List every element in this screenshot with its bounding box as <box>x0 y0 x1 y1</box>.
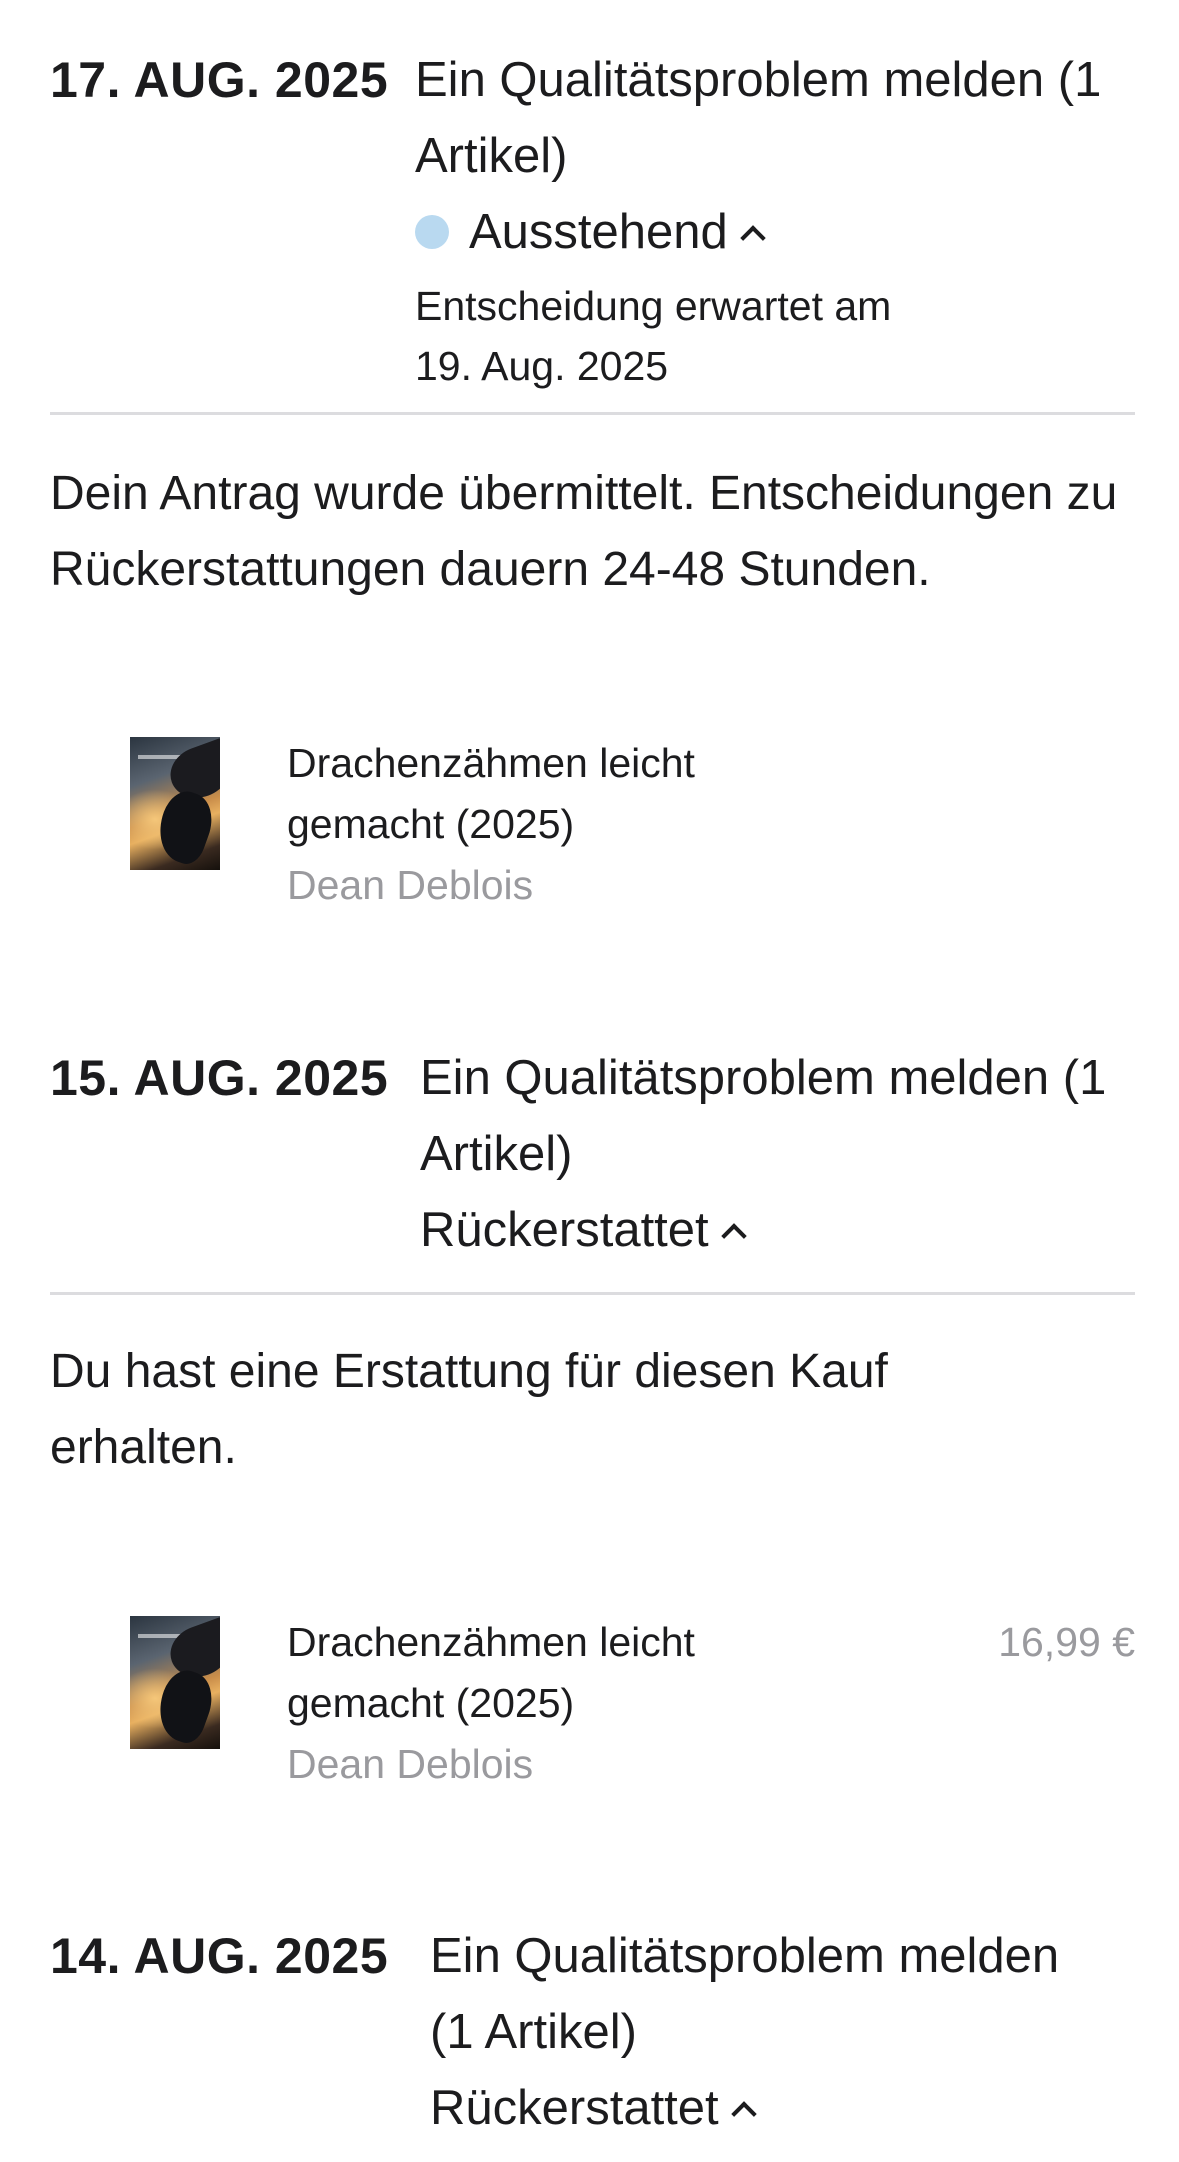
request-date: 17. AUG. 2025 <box>50 52 389 108</box>
status-dot-icon <box>415 215 449 249</box>
item-title: Drachenzähmen leicht gemacht (2025) <box>287 1619 695 1726</box>
item-info: Drachenzähmen leicht gemacht (2025) Dean… <box>287 733 807 916</box>
divider <box>50 1292 1135 1295</box>
status-toggle[interactable]: Rückerstattet <box>430 2070 1135 2146</box>
item-artist: Dean Deblois <box>287 1741 534 1787</box>
status-label: Rückerstattet <box>420 1203 709 1257</box>
request-entry: 14. AUG. 2025 Ein Qualitätsproblem melde… <box>50 1918 1135 2148</box>
movie-artwork <box>130 737 220 870</box>
request-title: Ein Qualitätsproblem melden (1 Artikel) <box>420 1051 1107 1181</box>
request-entry: 15. AUG. 2025 Ein Qualitätsproblem melde… <box>50 1040 1135 1270</box>
item-title: Drachenzähmen leicht gemacht (2025) <box>287 740 695 847</box>
item-price: 16,99 € <box>998 1619 1135 1665</box>
request-title: Ein Qualitätsproblem melden (1 Artikel) <box>430 1929 1060 2059</box>
status-toggle[interactable]: Rückerstattet <box>420 1192 1135 1268</box>
request-message: Du hast eine Erstattung für diesen Kauf … <box>50 1345 888 1474</box>
request-date: 15. AUG. 2025 <box>50 1050 389 1106</box>
decision-date: 19. Aug. 2025 <box>415 343 669 389</box>
decision-info: Entscheidung erwartet am 19. Aug. 2025 <box>415 276 1135 396</box>
request-details: Ein Qualitätsproblem melden (1 Artikel) … <box>415 42 1135 396</box>
request-details: Ein Qualitätsproblem melden (1 Artikel) … <box>420 1040 1135 1268</box>
request-message: Dein Antrag wurde übermittelt. Entscheid… <box>50 467 1118 596</box>
item-row[interactable]: Drachenzähmen leicht gemacht (2025) Dean… <box>130 1612 1135 1802</box>
chevron-up-icon <box>740 225 766 251</box>
status-label: Ausstehend <box>469 205 728 259</box>
divider <box>50 412 1135 415</box>
item-info: Drachenzähmen leicht gemacht (2025) Dean… <box>287 1612 807 1795</box>
request-entry: 17. AUG. 2025 Ein Qualitätsproblem melde… <box>50 42 1135 402</box>
request-details: Ein Qualitätsproblem melden (1 Artikel) … <box>430 1918 1135 2146</box>
status-label: Rückerstattet <box>430 2081 719 2135</box>
decision-label: Entscheidung erwartet am <box>415 283 892 329</box>
request-date: 14. AUG. 2025 <box>50 1928 389 1984</box>
item-row[interactable]: Drachenzähmen leicht gemacht (2025) Dean… <box>130 733 1135 923</box>
chevron-up-icon <box>720 1223 747 1249</box>
request-title: Ein Qualitätsproblem melden (1 Artikel) <box>415 53 1102 183</box>
purchase-history-page: 17. AUG. 2025 Ein Qualitätsproblem melde… <box>0 0 1179 2162</box>
item-artist: Dean Deblois <box>287 862 534 908</box>
chevron-up-icon <box>730 2101 757 2127</box>
status-toggle[interactable]: Ausstehend <box>415 194 1135 270</box>
movie-artwork <box>130 1616 220 1749</box>
